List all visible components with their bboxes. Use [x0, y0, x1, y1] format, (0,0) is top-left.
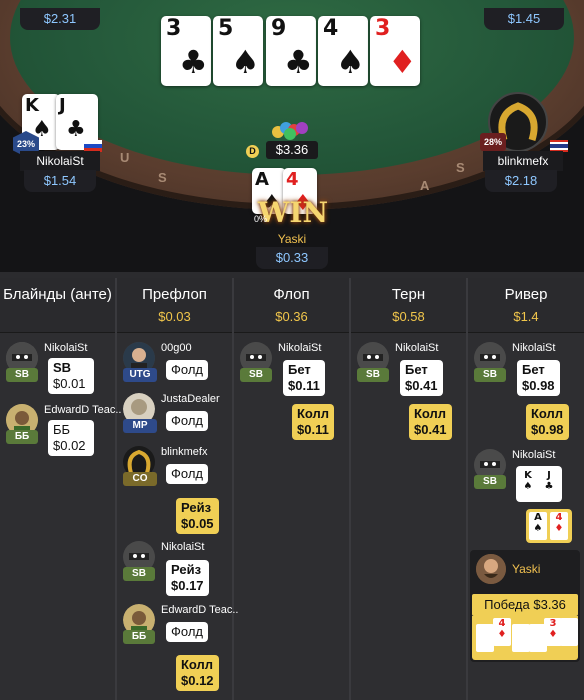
hero-name: Yaski: [277, 232, 307, 246]
column-title: Префлоп: [142, 286, 207, 303]
winning-hand: 4 ♠ 4 ♦ 5 ♠ 3 ♣ 3 ♦ A ♠: [472, 616, 578, 660]
rail-letter: A: [420, 178, 430, 193]
position-badge: UTG: [123, 368, 157, 382]
player-name: EdwardD Teac..: [161, 604, 239, 616]
raise-bubble: Рейз $0.17: [166, 560, 209, 596]
board-card: 5 ♠: [213, 16, 263, 86]
fold-bubble: Фолд: [166, 464, 208, 484]
board-card: 3 ♦: [370, 16, 420, 86]
win-amount: Победа $3.36: [472, 594, 578, 616]
pot-amount: $3.36: [266, 141, 318, 159]
left-seat-name: NikolaiSt: [20, 151, 100, 171]
shown-cards: K ♠ J ♣: [516, 466, 562, 502]
column-pot: [0, 303, 115, 309]
column-pot: $0.36: [275, 309, 308, 324]
column-pot: $1.4: [513, 309, 539, 324]
equity-badge: 0%: [254, 214, 268, 224]
column-pot: $0.58: [392, 309, 425, 324]
player-name: blinkmefx: [161, 446, 208, 458]
position-badge: SB: [123, 567, 155, 581]
player-name: 00g00: [161, 342, 192, 354]
column-title: Ривер: [504, 286, 548, 303]
player-name: NikolaiSt: [395, 342, 439, 354]
player-name: NikolaiSt: [512, 342, 556, 354]
position-badge: MP: [123, 419, 157, 433]
winner-name: Yaski: [512, 562, 541, 576]
player-name: JustaDealer: [161, 393, 220, 405]
blind-bubble: SB $0.01: [48, 358, 94, 394]
rail-letter: S: [456, 160, 465, 175]
board-card: 4 ♠: [318, 16, 368, 86]
fold-bubble: Фолд: [166, 411, 208, 431]
top-left-stack: $2.31: [20, 8, 100, 30]
chip-stack-icon: [268, 118, 314, 140]
position-badge: ББ: [123, 630, 155, 644]
column-title: Блайнды (анте): [3, 286, 112, 303]
position-badge: SB: [240, 368, 272, 382]
position-badge: SB: [474, 475, 506, 489]
column-title: Флоп: [273, 286, 310, 303]
position-badge: ББ: [6, 430, 38, 444]
fold-bubble: Фолд: [166, 360, 208, 380]
position-badge: SB: [474, 368, 506, 382]
rail-letter: S: [158, 170, 167, 185]
call-bubble: Колл $0.98: [526, 404, 569, 440]
position-badge: SB: [6, 368, 38, 382]
position-badge: CO: [123, 472, 157, 486]
right-seat-name: blinkmefx: [483, 151, 563, 171]
player-name: NikolaiSt: [44, 342, 88, 354]
blind-bubble: ББ $0.02: [48, 420, 94, 456]
winner-avatar-icon: [476, 554, 506, 584]
player-name: NikolaiSt: [161, 541, 205, 553]
call-bubble: Колл $0.11: [292, 404, 335, 440]
top-right-stack: $1.45: [484, 8, 564, 30]
poker-table: U S A S $2.31 $1.45 3 ♣ 5 ♠ 9 ♣ 4 ♠ 3 ♦ D $3.…: [0, 0, 584, 272]
bet-bubble: Бет $0.11: [283, 360, 325, 396]
column-pot: $0.03: [158, 309, 191, 324]
player-name: NikolaiSt: [278, 342, 322, 354]
left-seat-stack: $1.54: [24, 170, 96, 192]
position-badge: SB: [357, 368, 389, 382]
rail-letter: U: [120, 150, 130, 165]
dealer-button: D: [246, 145, 259, 158]
hero-shown-cards: A ♠ 4 ♦: [526, 509, 572, 543]
bet-bubble: Бет $0.98: [517, 360, 560, 396]
right-seat-stack: $2.18: [485, 170, 557, 192]
call-bubble: Колл $0.41: [409, 404, 452, 440]
player-name: EdwardD Teac..: [44, 404, 122, 416]
hero-stack: $0.33: [256, 247, 328, 269]
column-title: Терн: [391, 286, 426, 303]
raise-bubble: Рейз $0.05: [176, 498, 219, 534]
call-bubble: Колл $0.12: [176, 655, 219, 691]
bet-bubble: Бет $0.41: [400, 360, 443, 396]
equity-badge: 28%: [480, 133, 506, 151]
board-card: 9 ♣: [266, 16, 316, 86]
winner-box: Yaski Победа $3.36 4 ♠ 4 ♦ 5 ♠ 3 ♣ 3 ♦ A ♠: [470, 550, 580, 662]
board-card: 3 ♣: [161, 16, 211, 86]
player-name: NikolaiSt: [512, 449, 556, 461]
fold-bubble: Фолд: [166, 622, 208, 642]
